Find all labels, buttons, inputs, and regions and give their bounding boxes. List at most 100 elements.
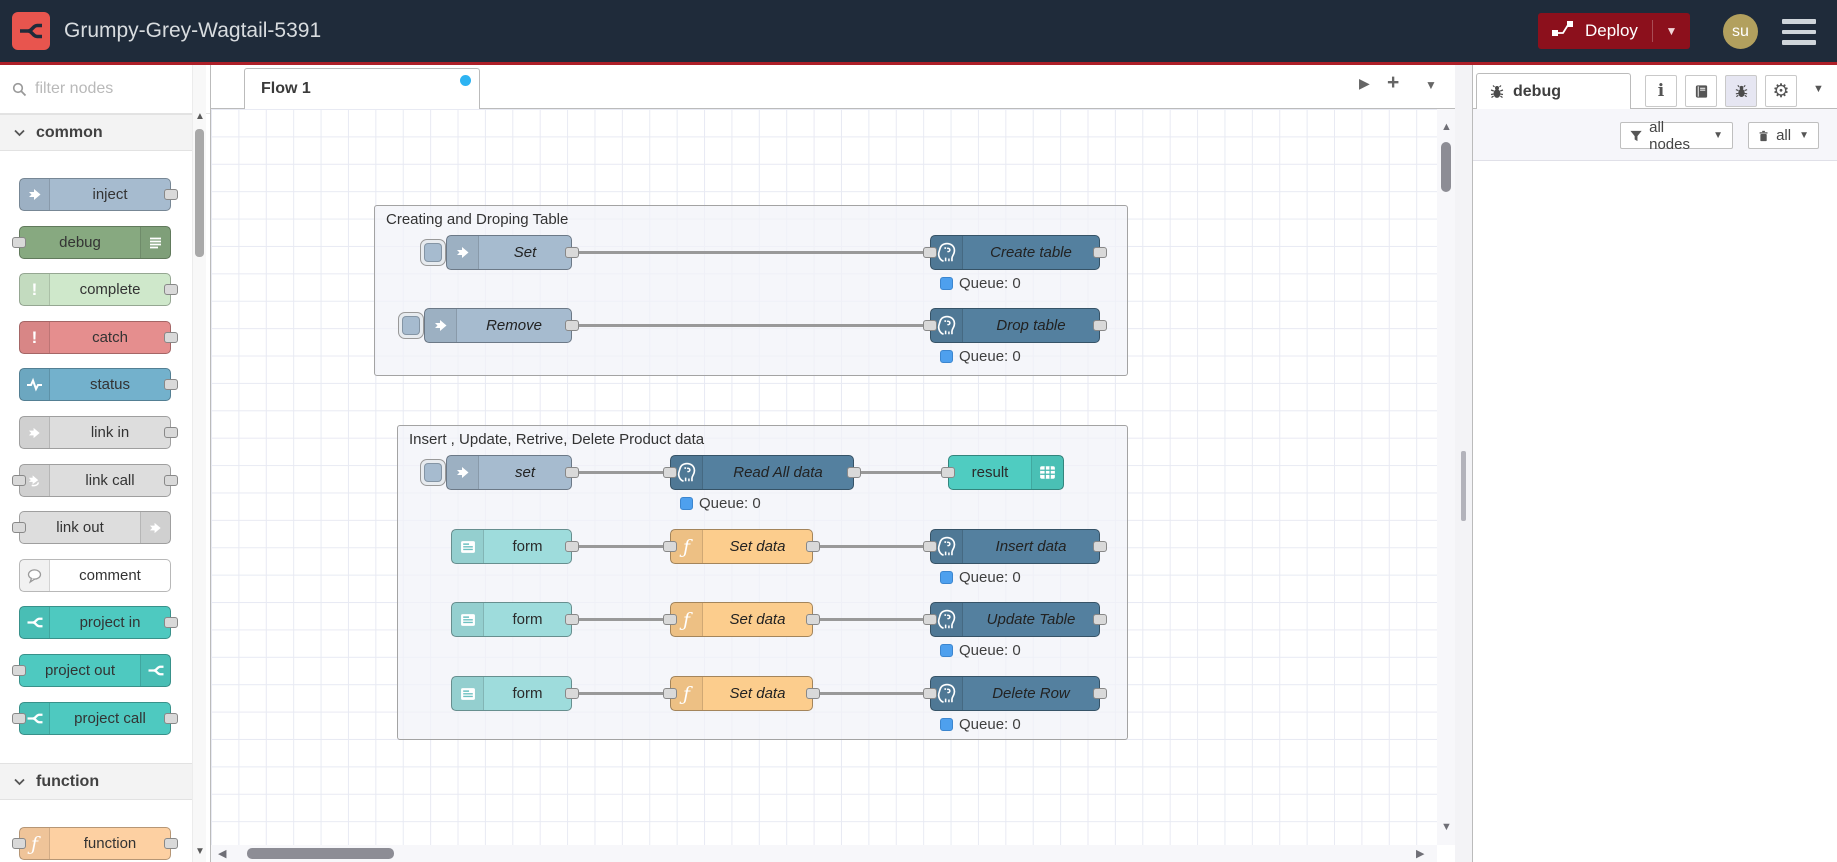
wire[interactable] xyxy=(572,471,670,474)
palette-node-link-in[interactable]: link in xyxy=(19,416,178,449)
node-port-output[interactable] xyxy=(1093,614,1107,625)
node-port-input[interactable] xyxy=(923,541,937,552)
sidebar-splitter[interactable] xyxy=(1455,65,1472,862)
node-port-output[interactable] xyxy=(1093,247,1107,258)
node-port-output[interactable] xyxy=(164,189,178,200)
node-port-input[interactable] xyxy=(663,688,677,699)
node-port-input[interactable] xyxy=(12,475,26,486)
node-inject-set[interactable]: Set xyxy=(446,235,572,270)
node-port-output[interactable] xyxy=(847,467,861,478)
node-port-output[interactable] xyxy=(164,838,178,849)
node-port-output[interactable] xyxy=(565,688,579,699)
deploy-options-caret[interactable]: ▼ xyxy=(1653,24,1690,38)
node-port-output[interactable] xyxy=(164,713,178,724)
canvas-hscroll-thumb[interactable] xyxy=(247,848,394,859)
main-menu-icon[interactable] xyxy=(1782,19,1816,45)
scroll-down-icon[interactable]: ▼ xyxy=(194,846,206,857)
palette-node-function[interactable]: ƒ function xyxy=(12,827,178,860)
node-postgres-create-table[interactable]: Create table xyxy=(930,235,1100,270)
debug-filter-button[interactable]: all nodes ▼ xyxy=(1620,119,1733,153)
sidebar-config-button[interactable]: ⚙ xyxy=(1765,75,1797,107)
node-port-output[interactable] xyxy=(565,247,579,258)
sidebar-help-button[interactable] xyxy=(1685,75,1717,107)
scroll-left-icon[interactable]: ◀ xyxy=(218,847,226,860)
debug-clear-button[interactable]: all ▼ xyxy=(1748,122,1819,149)
node-port-input[interactable] xyxy=(12,522,26,533)
flow-list-caret[interactable]: ▼ xyxy=(1425,78,1437,92)
node-port-output[interactable] xyxy=(164,617,178,628)
canvas-horizontal-scrollbar[interactable]: ◀ ▶ xyxy=(211,845,1437,862)
node-port-input[interactable] xyxy=(923,688,937,699)
node-postgres-insert-data[interactable]: Insert data xyxy=(930,529,1100,564)
node-port-output[interactable] xyxy=(164,379,178,390)
node-port-output[interactable] xyxy=(806,541,820,552)
node-port-output[interactable] xyxy=(806,614,820,625)
node-function-set-data[interactable]: ƒ Set data xyxy=(670,529,813,564)
node-port-output[interactable] xyxy=(164,284,178,295)
node-postgres-read-all-data[interactable]: Read All data xyxy=(670,455,854,490)
scroll-up-icon[interactable]: ▲ xyxy=(1441,121,1452,133)
palette-scrollbar-thumb[interactable] xyxy=(195,129,204,257)
palette-node-project-in[interactable]: project in xyxy=(19,606,178,639)
user-avatar[interactable]: su xyxy=(1723,14,1758,49)
deploy-button[interactable]: Deploy ▼ xyxy=(1538,13,1690,49)
wire[interactable] xyxy=(572,251,930,254)
scroll-right-icon[interactable]: ▶ xyxy=(1416,847,1424,860)
node-port-input[interactable] xyxy=(12,838,26,849)
node-port-output[interactable] xyxy=(1093,541,1107,552)
node-port-output[interactable] xyxy=(1093,688,1107,699)
inject-button[interactable] xyxy=(420,239,446,266)
node-port-input[interactable] xyxy=(12,237,26,248)
wire[interactable] xyxy=(572,324,930,327)
palette-node-project-call[interactable]: project call xyxy=(12,702,178,735)
node-port-output[interactable] xyxy=(565,467,579,478)
node-function-set-data[interactable]: ƒ Set data xyxy=(670,602,813,637)
node-debug-result[interactable]: result xyxy=(948,455,1064,490)
node-port-input[interactable] xyxy=(663,467,677,478)
node-port-input[interactable] xyxy=(12,665,26,676)
wire[interactable] xyxy=(572,692,670,695)
node-port-input[interactable] xyxy=(941,467,955,478)
palette-node-debug[interactable]: debug xyxy=(12,226,171,259)
node-port-input[interactable] xyxy=(923,614,937,625)
sidebar-menu-caret[interactable]: ▼ xyxy=(1813,83,1824,95)
scroll-down-icon[interactable]: ▼ xyxy=(1441,821,1452,833)
sidebar-debug-button[interactable] xyxy=(1725,75,1757,107)
node-port-input[interactable] xyxy=(663,541,677,552)
node-port-input[interactable] xyxy=(923,247,937,258)
node-port-output[interactable] xyxy=(164,475,178,486)
palette-search[interactable] xyxy=(0,65,210,114)
palette-node-status[interactable]: status xyxy=(19,368,178,401)
node-function-set-data[interactable]: ƒ Set data xyxy=(670,676,813,711)
scroll-up-icon[interactable]: ▲ xyxy=(194,111,206,122)
wire[interactable] xyxy=(813,618,930,621)
tab-scroll-right-icon[interactable]: ▶ xyxy=(1359,75,1370,92)
palette-category-function[interactable]: function xyxy=(0,763,192,800)
node-form[interactable]: form xyxy=(451,602,572,637)
node-port-output[interactable] xyxy=(565,320,579,331)
wire[interactable] xyxy=(813,692,930,695)
add-flow-button[interactable]: + xyxy=(1387,71,1399,95)
palette-node-link-call[interactable]: link call xyxy=(12,464,178,497)
node-port-input[interactable] xyxy=(923,320,937,331)
node-port-output[interactable] xyxy=(806,688,820,699)
node-port-input[interactable] xyxy=(12,713,26,724)
palette-category-common[interactable]: common xyxy=(0,114,192,151)
tab-debug[interactable]: debug xyxy=(1476,73,1631,109)
node-postgres-drop-table[interactable]: Drop table xyxy=(930,308,1100,343)
node-port-output[interactable] xyxy=(164,427,178,438)
splitter-handle[interactable] xyxy=(1461,451,1466,521)
debug-message-list[interactable] xyxy=(1473,161,1837,862)
tab-flow-1[interactable]: Flow 1 xyxy=(244,68,480,109)
node-port-input[interactable] xyxy=(663,614,677,625)
canvas-vertical-scrollbar[interactable]: ▲ ▼ xyxy=(1437,109,1455,845)
palette-node-comment[interactable]: comment xyxy=(19,559,171,592)
node-port-output[interactable] xyxy=(565,541,579,552)
node-form[interactable]: form xyxy=(451,676,572,711)
palette-node-complete[interactable]: ! complete xyxy=(19,273,178,306)
node-port-output[interactable] xyxy=(164,332,178,343)
node-postgres-delete-row[interactable]: Delete Row xyxy=(930,676,1100,711)
sidebar-info-button[interactable]: i xyxy=(1645,75,1677,107)
inject-button[interactable] xyxy=(420,459,446,486)
palette-node-inject[interactable]: inject xyxy=(19,178,178,211)
